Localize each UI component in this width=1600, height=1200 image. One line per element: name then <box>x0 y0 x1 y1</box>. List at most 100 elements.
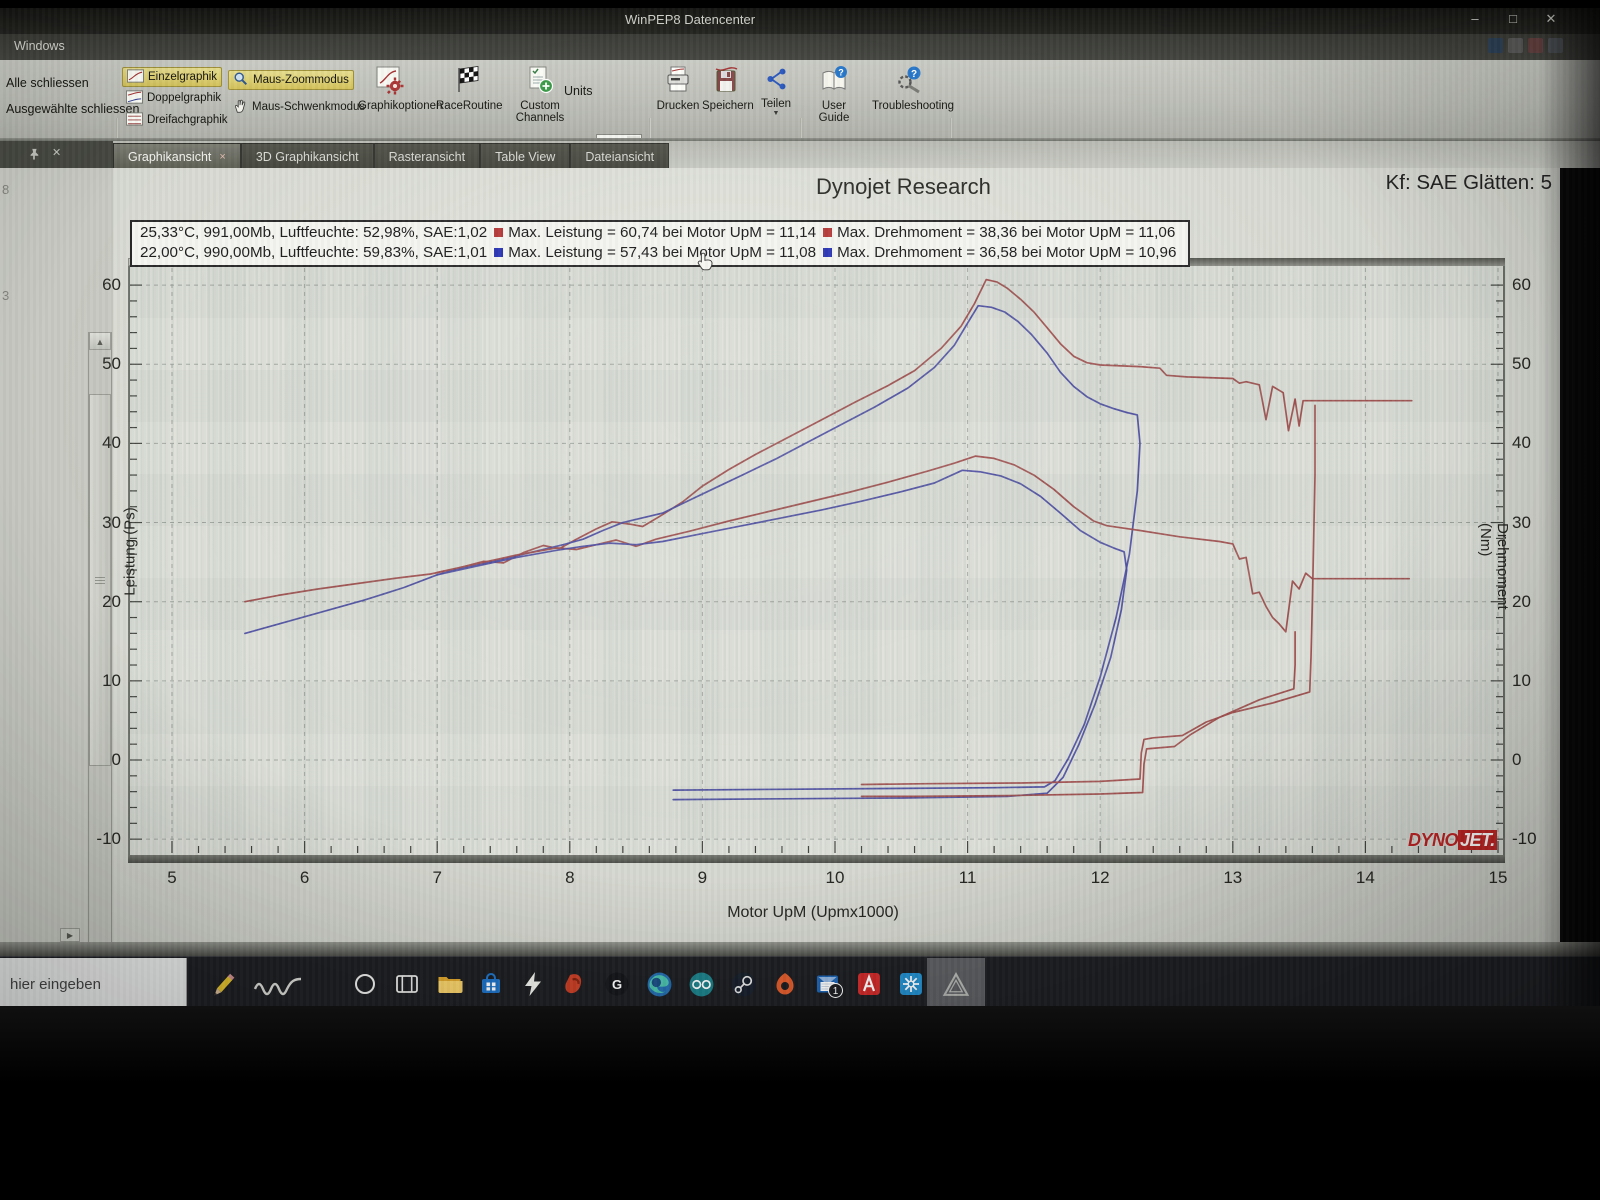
menu-windows[interactable]: Windows <box>14 39 65 53</box>
tab-dateiansicht[interactable]: Dateiansicht <box>570 143 669 169</box>
help-button-troubleshoot[interactable]: ? Troubleshooting <box>872 65 948 112</box>
button-label: Teilen <box>752 98 800 110</box>
y-tick-label-left: 40 <box>69 433 121 453</box>
monitor-bezel <box>0 1006 1600 1200</box>
button-label: Speichern <box>702 100 750 112</box>
tool-button-raceflag[interactable]: RaceRoutine <box>436 65 500 112</box>
share-button-save[interactable]: Speichern <box>702 65 750 112</box>
taskbar-icon-snowflake[interactable] <box>898 971 925 998</box>
legend-color-swatch <box>823 248 832 257</box>
tab-3d-graphikansicht[interactable]: 3D Graphikansicht <box>241 143 374 169</box>
taskbar-icon-dynojet[interactable] <box>942 971 969 998</box>
search-input[interactable]: hier eingeben <box>0 958 187 1010</box>
share-button-print[interactable]: Drucken <box>654 65 702 112</box>
taskbar-icon-logitech[interactable]: G <box>604 971 631 998</box>
x-tick-label: 11 <box>948 868 988 888</box>
graph-mode-doppelgraphik[interactable]: Doppelgraphik <box>122 89 225 107</box>
pin-icon[interactable] <box>28 148 40 160</box>
raceflag-icon <box>436 65 500 98</box>
chevron-down-icon[interactable]: ▼ <box>752 110 800 117</box>
quickbar-icon[interactable] <box>1488 38 1503 53</box>
graph1-icon <box>127 69 144 86</box>
sidebar-item-fragment[interactable]: 8 <box>2 182 9 197</box>
close-pane-icon[interactable]: ✕ <box>52 146 61 159</box>
graph3-icon <box>126 112 143 129</box>
tab-label: Table View <box>495 150 555 164</box>
taskview-icon <box>394 971 420 997</box>
minimize-button[interactable]: – <box>1460 9 1490 29</box>
legend-info-text: 22,00°C, 990,00Mb, Luftfeuchte: 59,83%, … <box>140 244 487 261</box>
mouse-mode-pan[interactable]: Maus-Schwenkmodus <box>228 98 369 116</box>
print-icon <box>654 65 702 98</box>
scroll-up-icon[interactable]: ▲ <box>89 332 111 350</box>
taskbar-icon-cortana[interactable] <box>352 971 379 998</box>
taskbar-icon-pen[interactable] <box>208 971 235 998</box>
tab-label: 3D Graphikansicht <box>256 150 359 164</box>
maximize-button[interactable]: □ <box>1498 9 1528 29</box>
close-button[interactable]: ✕ <box>1536 9 1566 29</box>
button-label: RaceRoutine <box>436 100 500 112</box>
tab-label: Dateiansicht <box>585 150 654 164</box>
red-app-icon <box>562 971 588 997</box>
tool-button-customch[interactable]: Custom Channels <box>508 65 572 124</box>
title-bar: WinPEP8 Datencenter – □ ✕ <box>0 6 1600 34</box>
scroll-right-icon[interactable]: ▶ <box>60 928 80 942</box>
window-bottom-edge <box>0 942 1600 956</box>
taskbar-icon-lightning[interactable] <box>520 971 547 998</box>
series-red_power_rundown <box>862 405 1316 784</box>
tab-graphikansicht[interactable]: Graphikansicht× <box>113 143 241 169</box>
tab-table-view[interactable]: Table View <box>480 143 570 169</box>
y-tick-label-left: -10 <box>69 829 121 849</box>
svg-text:?: ? <box>911 69 917 80</box>
dyno-curves <box>128 258 1505 863</box>
taskbar-icon-avira[interactable] <box>856 971 883 998</box>
mouse-mode-zoom[interactable]: Maus-Zoommodus <box>228 70 354 90</box>
quickbar-icon[interactable] <box>1508 38 1523 53</box>
taskbar-icon-steam[interactable] <box>730 971 757 998</box>
quickbar-icon[interactable] <box>1528 38 1543 53</box>
taskbar-icon-origin[interactable] <box>772 971 799 998</box>
taskbar-icon-mail[interactable]: 1 <box>814 971 841 998</box>
series-blue_power <box>245 306 1140 790</box>
legend-max-torque-text: Max. Drehmoment = 36,58 bei Motor UpM = … <box>837 244 1176 261</box>
taskbar-icon-red-app[interactable] <box>562 971 589 998</box>
y-tick-label-right: 40 <box>1512 433 1556 453</box>
y-tick-label-right: 30 <box>1512 513 1556 533</box>
close-tab-icon[interactable]: × <box>219 151 225 163</box>
customch-icon <box>508 65 572 98</box>
taskbar-icon-scribble[interactable] <box>252 971 279 998</box>
help-button-userguide[interactable]: ?User Guide <box>806 65 862 124</box>
graph-mode-dreifachgraphik[interactable]: Dreifachgraphik <box>122 111 232 129</box>
taskbar-icon-store[interactable] <box>478 971 505 998</box>
hand-cursor-icon <box>697 252 714 271</box>
arduino-icon <box>688 971 715 998</box>
x-tick-label: 5 <box>152 868 192 888</box>
origin-icon <box>772 971 798 997</box>
x-tick-label: 8 <box>550 868 590 888</box>
series-red_torque <box>437 456 1409 632</box>
y-tick-label-right: 60 <box>1512 275 1556 295</box>
unread-badge: 1 <box>828 983 843 998</box>
taskbar: hier eingeben G1 4°C Bewölkt 20:23 26.11… <box>0 956 1600 1010</box>
sidebar-item-fragment[interactable]: 3 <box>2 288 9 303</box>
taskbar-icon-explorer[interactable] <box>436 971 463 998</box>
x-tick-label: 6 <box>285 868 325 888</box>
close-selected-button[interactable]: Ausgewählte schliessen <box>6 102 139 116</box>
tool-button-graphopts[interactable]: Graphikoptionen <box>358 65 422 112</box>
x-tick-label: 7 <box>417 868 457 888</box>
quickbar-icon[interactable] <box>1548 38 1563 53</box>
monitor-screen: WinPEP8 Datencenter – □ ✕ Windows Alle s… <box>0 0 1600 1010</box>
button-label: User Guide <box>806 100 862 124</box>
zoom-icon <box>233 71 249 90</box>
button-label: Einzelgraphik <box>148 71 217 83</box>
taskbar-icon-taskview[interactable] <box>394 971 421 998</box>
taskbar-icon-edge[interactable] <box>646 971 673 998</box>
share-button-share[interactable]: Teilen▼ <box>752 65 800 117</box>
kf-smoothing-label: Kf: SAE Glätten: 5 <box>1386 171 1552 195</box>
graph-mode-einzelgraphik[interactable]: Einzelgraphik <box>122 67 222 87</box>
tab-rasteransicht[interactable]: Rasteransicht <box>374 143 480 169</box>
close-all-button[interactable]: Alle schliessen <box>6 76 89 90</box>
taskbar-icon-arduino[interactable] <box>688 971 715 998</box>
avira-icon <box>856 971 882 997</box>
button-label: Troubleshooting <box>872 100 948 112</box>
